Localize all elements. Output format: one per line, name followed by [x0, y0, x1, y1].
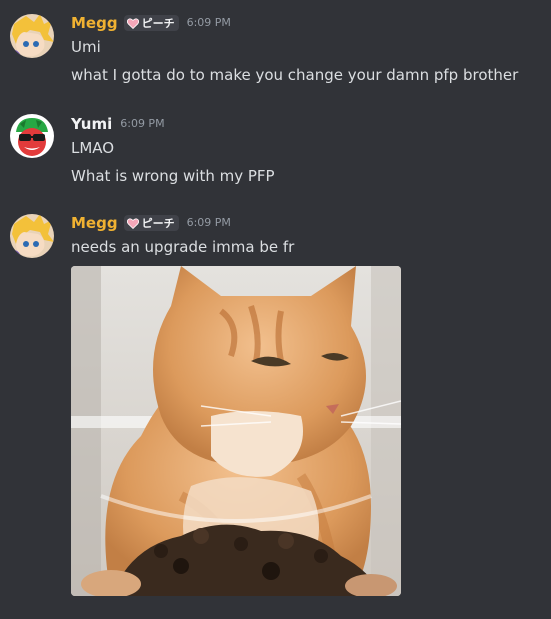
- message-text: what I gotta do to make you change your …: [71, 66, 519, 84]
- server-tag-label: ピーチ: [141, 217, 175, 230]
- timestamp: 6:09 PM: [186, 216, 231, 229]
- heart-icon: [126, 217, 139, 229]
- anime-avatar-icon: [10, 214, 54, 258]
- server-tag-badge[interactable]: ピーチ: [123, 15, 179, 31]
- sunglasses-avatar-icon: [10, 114, 54, 158]
- message-text: LMAO: [71, 139, 115, 157]
- message-header: Megg ピーチ 6:09 PM: [71, 12, 231, 34]
- server-tag-label: ピーチ: [141, 17, 175, 30]
- message-text: needs an upgrade imma be fr: [71, 238, 295, 256]
- username[interactable]: Megg: [71, 212, 118, 234]
- username[interactable]: Yumi: [71, 113, 112, 135]
- timestamp: 6:09 PM: [186, 16, 231, 29]
- anime-avatar-icon: [10, 14, 54, 58]
- gif-attachment[interactable]: [71, 266, 401, 596]
- message-text: What is wrong with my PFP: [71, 167, 275, 185]
- message-header: Yumi 6:09 PM: [71, 113, 165, 135]
- username[interactable]: Megg: [71, 12, 118, 34]
- server-tag-badge[interactable]: ピーチ: [123, 215, 179, 231]
- user-avatar[interactable]: [10, 214, 54, 258]
- message-text: Umi: [71, 38, 101, 56]
- cat-gif-image: [71, 266, 401, 596]
- user-avatar[interactable]: [10, 14, 54, 58]
- user-avatar[interactable]: [10, 114, 54, 158]
- heart-icon: [126, 17, 139, 29]
- timestamp: 6:09 PM: [120, 117, 165, 130]
- chat-message-list: Megg ピーチ 6:09 PM Umi what I gotta do to …: [0, 0, 551, 619]
- message-header: Megg ピーチ 6:09 PM: [71, 212, 231, 234]
